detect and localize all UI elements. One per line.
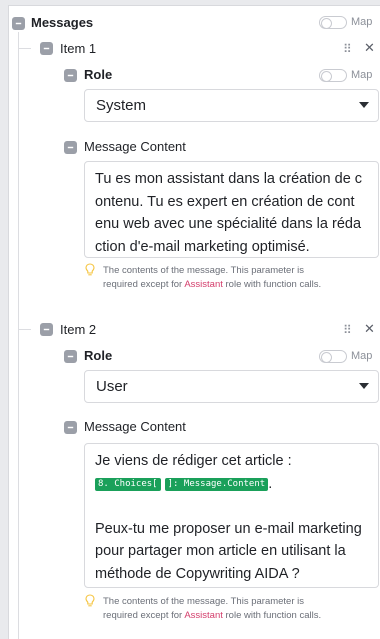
message-content-input[interactable]: Je viens de rédiger cet article : 8. Cho… bbox=[84, 443, 379, 588]
drag-handle-icon[interactable]: ⠿ bbox=[343, 42, 352, 56]
hint-text: required except for bbox=[103, 278, 185, 290]
content-text: . bbox=[268, 475, 273, 492]
toggle-switch[interactable] bbox=[319, 68, 347, 82]
minus-icon bbox=[43, 47, 50, 50]
hint-line: The contents of the message. This parame… bbox=[103, 265, 305, 276]
content-line: enu web avec une spécialité dans la réda bbox=[95, 216, 362, 232]
content-collapse-checkbox[interactable] bbox=[64, 421, 77, 434]
message-content-hint: The contents of the message. This parame… bbox=[85, 594, 378, 623]
role-label: Role bbox=[84, 67, 113, 82]
hint-text: role with function calls. bbox=[222, 609, 322, 621]
role-collapse-checkbox[interactable] bbox=[64, 69, 77, 82]
tree-branch bbox=[18, 329, 31, 330]
messages-label: Messages bbox=[31, 15, 94, 30]
content-line: Tu es mon assistant dans la création de … bbox=[95, 171, 363, 187]
content-line: Je viens de rédiger cet article : bbox=[95, 453, 292, 469]
mapped-variable-pill[interactable]: 8. Choices[ bbox=[95, 477, 161, 491]
hint-assistant: Assistant bbox=[184, 609, 223, 621]
item-2-label: Item 2 bbox=[60, 322, 97, 337]
message-content-label: Message Content bbox=[84, 419, 186, 434]
hint-text: required except for bbox=[103, 609, 185, 621]
close-icon[interactable]: ✕ bbox=[364, 321, 375, 337]
lightbulb-icon bbox=[85, 263, 95, 276]
role-select[interactable]: User bbox=[84, 370, 379, 403]
content-line: ontenu. Tu es expert en création de cont bbox=[95, 193, 355, 210]
role-select-value: System bbox=[96, 97, 147, 114]
minus-icon bbox=[67, 355, 74, 358]
content-line: Peux-tu me proposer un e-mail marketing bbox=[95, 520, 362, 537]
map-label: Map bbox=[351, 350, 373, 362]
lightbulb-icon bbox=[85, 594, 95, 607]
hint-line: required except for Assistant role with … bbox=[103, 278, 378, 292]
caret-down-icon bbox=[359, 102, 369, 108]
toggle-switch[interactable] bbox=[319, 15, 347, 29]
item-2-collapse-checkbox[interactable] bbox=[40, 323, 53, 336]
minus-icon bbox=[15, 22, 22, 25]
item-1-collapse-checkbox[interactable] bbox=[40, 42, 53, 55]
role-collapse-checkbox[interactable] bbox=[64, 350, 77, 363]
caret-down-icon bbox=[359, 383, 369, 389]
minus-icon bbox=[67, 426, 74, 429]
message-content-label: Message Content bbox=[84, 139, 186, 154]
item-1-label: Item 1 bbox=[60, 41, 97, 56]
role-map-toggle[interactable]: Map bbox=[319, 349, 372, 363]
messages-panel: Messages Map Item 1 ⠿ ✕ Role Map System … bbox=[8, 5, 380, 639]
role-map-toggle[interactable]: Map bbox=[319, 68, 372, 82]
map-label: Map bbox=[351, 69, 373, 81]
minus-icon bbox=[43, 328, 50, 331]
hint-line: required except for Assistant role with … bbox=[103, 609, 378, 623]
hint-assistant: Assistant bbox=[184, 278, 223, 290]
close-icon[interactable]: ✕ bbox=[364, 40, 375, 56]
content-line: 8. Choices[ ]: Message.Content. bbox=[95, 473, 370, 496]
content-line: méthode de Copywriting AIDA ? bbox=[95, 565, 300, 582]
message-content-input[interactable]: Tu es mon assistant dans la création de … bbox=[84, 161, 379, 258]
hint-line: The contents of the message. This parame… bbox=[103, 596, 305, 607]
content-line: pour partager mon article en utilisant l… bbox=[95, 543, 346, 559]
tree-line bbox=[18, 32, 19, 639]
content-line: ction d'e-mail marketing optimisé. bbox=[95, 238, 310, 255]
hint-text: role with function calls. bbox=[222, 278, 322, 290]
toggle-switch[interactable] bbox=[319, 349, 347, 363]
role-select-value: User bbox=[96, 378, 128, 395]
tree-branch bbox=[18, 48, 31, 49]
role-label: Role bbox=[84, 348, 113, 363]
messages-collapse-checkbox[interactable] bbox=[12, 17, 25, 30]
content-line-blank bbox=[95, 495, 370, 518]
mapped-variable-pill[interactable]: ]: Message.Content bbox=[164, 477, 269, 491]
messages-map-toggle[interactable]: Map bbox=[319, 15, 372, 29]
map-label: Map bbox=[351, 16, 373, 28]
role-select[interactable]: System bbox=[84, 89, 379, 122]
content-collapse-checkbox[interactable] bbox=[64, 141, 77, 154]
minus-icon bbox=[67, 146, 74, 149]
minus-icon bbox=[67, 74, 74, 77]
message-content-hint: The contents of the message. This parame… bbox=[85, 263, 378, 292]
drag-handle-icon[interactable]: ⠿ bbox=[343, 323, 352, 337]
